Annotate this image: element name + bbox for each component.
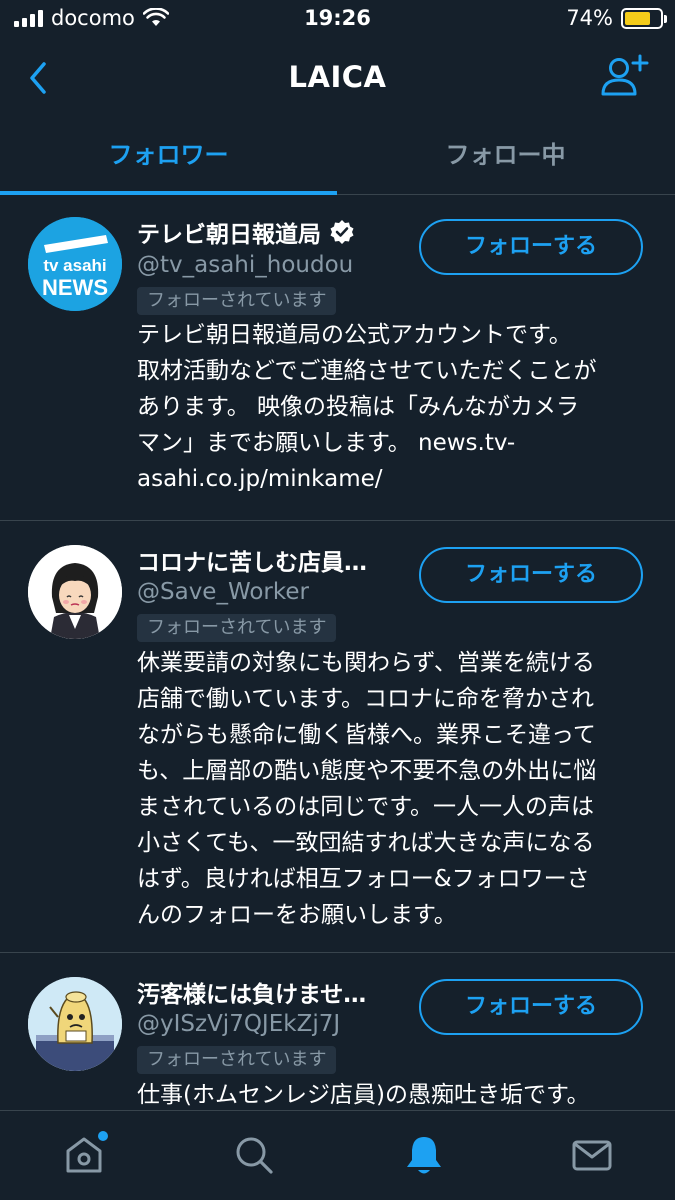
follows-you-badge: フォローされています bbox=[137, 1046, 337, 1074]
svg-text:tv asahi: tv asahi bbox=[43, 256, 106, 275]
bio-line: テレビ朝日報道局の公式アカウントです。 bbox=[137, 322, 572, 348]
page-title: LAICA bbox=[288, 60, 387, 94]
user-name[interactable]: 汚客様には負けませ… bbox=[137, 975, 366, 1009]
user-handle: @tv_asahi_houdou bbox=[137, 252, 354, 278]
battery-info: 74% bbox=[566, 6, 667, 30]
tab-bar: フォロワー フォロー中 bbox=[0, 118, 675, 195]
bio-line: マン」までお願いします。 news.tv- bbox=[137, 430, 516, 456]
user-bio: 仕事(ホムセンレジ店員)の愚痴吐き垢です。 bbox=[137, 1077, 657, 1110]
follower-list: tv asahi NEWS テレビ朝日報道局 @tv_asahi_houdou … bbox=[0, 195, 675, 1110]
avatar[interactable]: tv asahi NEWS bbox=[28, 217, 122, 311]
list-item[interactable]: コロナに苦しむ店員… @Save_Worker フォローされています フォローす… bbox=[0, 521, 675, 953]
avatar[interactable] bbox=[28, 545, 122, 639]
follow-button[interactable]: フォローする bbox=[419, 547, 643, 603]
user-name[interactable]: テレビ朝日報道局 bbox=[137, 215, 355, 249]
tv-asahi-news-logo: tv asahi NEWS bbox=[28, 217, 122, 311]
user-handle: @yISzVj7QJEkZj7J bbox=[137, 1011, 341, 1037]
bio-line: も、上層部の酷い態度や不要不急の外出に悩 bbox=[137, 758, 597, 784]
svg-text:NEWS: NEWS bbox=[42, 275, 108, 300]
tab-search[interactable] bbox=[232, 1133, 276, 1177]
follows-you-badge: フォローされています bbox=[137, 614, 337, 642]
bio-line[interactable]: asahi.co.jp/minkame/ bbox=[137, 461, 657, 497]
bio-line: 小さくても、一致団結すれば大きな声になる bbox=[137, 830, 595, 856]
notification-dot bbox=[98, 1131, 108, 1141]
tab-following[interactable]: フォロー中 bbox=[337, 118, 674, 195]
add-user-icon[interactable] bbox=[599, 52, 649, 100]
follows-you-badge: フォローされています bbox=[137, 287, 337, 315]
tab-messages[interactable] bbox=[570, 1133, 614, 1177]
follow-button[interactable]: フォローする bbox=[419, 219, 643, 275]
bottom-tab-bar bbox=[0, 1110, 675, 1200]
user-display-name: コロナに苦しむ店員… bbox=[137, 550, 367, 576]
worker-avatar-illustration bbox=[28, 545, 122, 639]
bio-line: あります。 映像の投稿は「みんながカメラ bbox=[137, 394, 580, 420]
tab-notifications[interactable] bbox=[402, 1133, 446, 1177]
user-bio: テレビ朝日報道局の公式アカウントです。 取材活動などでご連絡させていただくことが… bbox=[137, 317, 657, 497]
user-display-name: テレビ朝日報道局 bbox=[137, 222, 321, 248]
avatar[interactable] bbox=[28, 977, 122, 1071]
list-item[interactable]: 汚客様には負けませ… @yISzVj7QJEkZj7J フォローされています フ… bbox=[0, 953, 675, 1110]
bio-line: 店舗で働いています。コロナに命を脅かされ bbox=[137, 686, 595, 712]
navigation-bar: LAICA bbox=[0, 38, 675, 118]
bell-icon bbox=[407, 1137, 441, 1174]
user-handle: @Save_Worker bbox=[137, 579, 309, 605]
list-item[interactable]: tv asahi NEWS テレビ朝日報道局 @tv_asahi_houdou … bbox=[0, 195, 675, 521]
bio-line: はず。良ければ相互フォロー&フォロワーさ bbox=[137, 866, 590, 892]
battery-icon bbox=[621, 7, 667, 29]
search-icon bbox=[236, 1137, 273, 1174]
verified-badge-icon bbox=[330, 220, 354, 244]
bio-line: 取材活動などでご連絡させていただくことが bbox=[137, 358, 597, 384]
bio-line: 休業要請の対象にも関わらず、営業を続ける bbox=[137, 650, 595, 676]
user-bio: 休業要請の対象にも関わらず、営業を続ける 店舗で働いています。コロナに命を脅かさ… bbox=[137, 645, 657, 933]
battery-percent: 74% bbox=[566, 6, 613, 30]
bio-line: まされているのは同じです。一人一人の声は bbox=[137, 794, 595, 820]
follow-button[interactable]: フォローする bbox=[419, 979, 643, 1035]
mail-icon bbox=[572, 1140, 612, 1171]
bio-line: 仕事(ホムセンレジ店員)の愚痴吐き垢です。 bbox=[137, 1082, 590, 1108]
cartoon-avatar-illustration bbox=[28, 977, 122, 1071]
status-bar: docomo 19:26 74% bbox=[0, 0, 675, 38]
bio-line: んのフォローをお願いします。 bbox=[137, 902, 457, 928]
tab-home[interactable] bbox=[62, 1131, 108, 1177]
battery-level bbox=[625, 11, 651, 25]
user-name[interactable]: コロナに苦しむ店員… bbox=[137, 543, 367, 577]
tab-followers[interactable]: フォロワー bbox=[0, 118, 337, 195]
bio-line: ながらも懸命に働く皆様へ。業界こそ違って bbox=[137, 722, 596, 748]
user-display-name: 汚客様には負けませ… bbox=[137, 982, 367, 1008]
